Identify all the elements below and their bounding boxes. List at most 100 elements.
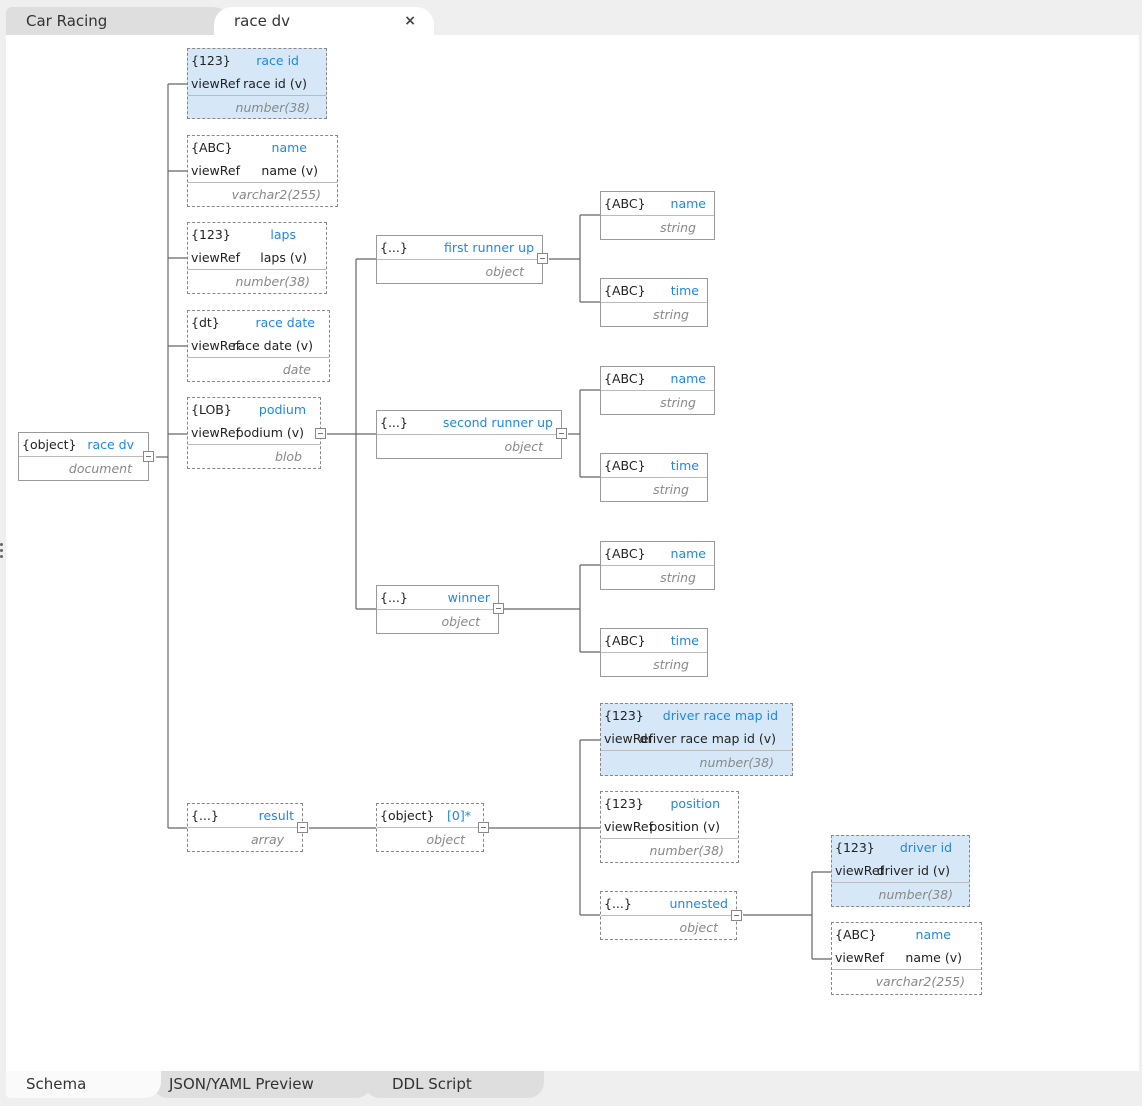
node-position[interactable]: {123} position viewRef position (v) number… <box>600 791 739 863</box>
node-kind: {LOB} <box>191 402 232 417</box>
view-ref-value: driver race map id (v) <box>639 731 776 746</box>
view-ref-value: podium (v) <box>235 425 304 440</box>
document-tabs: Car Racing race dv × <box>0 0 1142 35</box>
node-kind: {...} <box>380 240 408 255</box>
node-name: position <box>670 796 720 811</box>
node-kind: {dt} <box>191 315 220 330</box>
node-type: number(38) <box>235 100 310 115</box>
node-type: string <box>660 570 696 585</box>
collapse-icon[interactable] <box>556 428 567 439</box>
view-ref-label: viewRef <box>191 425 240 440</box>
node-name: second runner up <box>442 415 553 430</box>
node-type: object <box>679 920 718 935</box>
node-name: unnested <box>669 896 729 911</box>
node-name: [0]* <box>447 808 471 823</box>
node-kind: {ABC} <box>191 140 233 155</box>
collapse-icon[interactable] <box>537 253 548 264</box>
node-fru-name[interactable]: {ABC} name string <box>600 191 715 240</box>
collapse-icon[interactable] <box>731 910 742 921</box>
node-type: string <box>660 395 696 410</box>
view-ref-value: race id (v) <box>243 76 307 91</box>
node-race-dv[interactable]: {object} race dv document <box>18 432 149 481</box>
view-ref-value: laps (v) <box>260 250 307 265</box>
collapse-icon[interactable] <box>297 822 308 833</box>
node-name: name <box>670 371 706 386</box>
node-type: object <box>485 264 524 279</box>
node-kind: {object} <box>22 437 77 452</box>
node-race-id[interactable]: {123} race id viewRef race id (v) number(3… <box>187 48 327 119</box>
node-kind: {object} <box>380 808 435 823</box>
view-ref-value: position (v) <box>649 819 720 834</box>
node-kind: {ABC} <box>604 633 646 648</box>
tab-schema[interactable]: Schema <box>6 1071 161 1098</box>
node-kind: {ABC} <box>604 458 646 473</box>
node-kind: {123} <box>835 840 875 855</box>
schema-canvas <box>6 35 1139 1071</box>
node-kind: {123} <box>191 227 231 242</box>
node-second-runner-up[interactable]: {...} second runner up object <box>376 410 562 459</box>
view-tabs: Schema JSON/YAML Preview DDL Script <box>6 1071 1139 1098</box>
node-name: driver id <box>899 840 952 855</box>
tab-car-racing[interactable]: Car Racing <box>6 7 231 35</box>
node-first-runner-up[interactable]: {...} first runner up object <box>376 235 543 284</box>
node-kind: {...} <box>604 896 632 911</box>
view-ref-value: race date (v) <box>232 338 313 353</box>
node-name: first runner up <box>444 240 534 255</box>
tab-ddl-script[interactable]: DDL Script <box>364 1071 544 1098</box>
node-winner[interactable]: {...} winner object <box>376 585 499 634</box>
node-name: name <box>271 140 307 155</box>
node-type: object <box>426 832 465 847</box>
collapse-icon[interactable] <box>478 822 489 833</box>
collapse-icon[interactable] <box>493 603 504 614</box>
node-name: time <box>670 458 699 473</box>
view-ref-label: viewRef <box>604 819 653 834</box>
node-unnested[interactable]: {...} unnested object <box>600 891 737 940</box>
node-name[interactable]: {ABC} name viewRef name (v) varchar2(255) <box>187 135 338 207</box>
node-result[interactable]: {...} result array <box>187 803 303 852</box>
close-icon[interactable]: × <box>404 7 416 35</box>
node-type: number(38) <box>699 755 774 770</box>
node-type: object <box>504 439 543 454</box>
node-podium[interactable]: {LOB} podium viewRef podium (v) blob <box>187 397 321 469</box>
node-driver-race-map-id[interactable]: {123} driver race map id viewRef driver ra… <box>600 703 793 776</box>
node-type: document <box>68 461 132 476</box>
node-winner-time[interactable]: {ABC} time string <box>600 628 708 677</box>
node-kind: {...} <box>380 590 408 605</box>
node-kind: {123} <box>604 796 644 811</box>
node-sru-name[interactable]: {ABC} name string <box>600 366 715 415</box>
node-laps[interactable]: {123} laps viewRef laps (v) number(38) <box>187 222 327 294</box>
node-type: object <box>441 614 480 629</box>
tab-race-dv[interactable]: race dv × <box>214 7 434 35</box>
node-name: winner <box>447 590 490 605</box>
collapse-icon[interactable] <box>315 428 326 439</box>
node-kind: {...} <box>191 808 219 823</box>
node-name: race id <box>256 53 299 68</box>
node-kind: {ABC} <box>604 283 646 298</box>
node-name: name <box>915 927 951 942</box>
tab-label: race dv <box>234 12 291 30</box>
view-ref-label: viewRef <box>191 76 240 91</box>
node-fru-time[interactable]: {ABC} time string <box>600 278 708 327</box>
tab-json-yaml-preview[interactable]: JSON/YAML Preview <box>152 1071 372 1098</box>
node-driver-id[interactable]: {123} driver id viewRef driver id (v) numb… <box>831 835 970 907</box>
view-ref-value: name (v) <box>905 950 962 965</box>
resize-handle-icon[interactable] <box>0 543 4 561</box>
node-name: driver race map id <box>662 708 778 723</box>
node-type: varchar2(255) <box>231 187 321 202</box>
node-race-date[interactable]: {dt} race date viewRef race date (v) date <box>187 310 330 382</box>
node-winner-name[interactable]: {ABC} name string <box>600 541 715 590</box>
node-result-item[interactable]: {object} [0]* object <box>376 803 484 852</box>
collapse-icon[interactable] <box>143 451 154 462</box>
node-type: array <box>251 832 284 847</box>
node-kind: {ABC} <box>604 371 646 386</box>
node-name: time <box>670 633 699 648</box>
node-type: string <box>653 657 689 672</box>
node-type: number(38) <box>649 843 724 858</box>
view-ref-label: viewRef <box>191 250 240 265</box>
node-type: blob <box>275 449 302 464</box>
node-type: string <box>653 482 689 497</box>
node-kind: {ABC} <box>604 196 646 211</box>
node-kind: {123} <box>191 53 231 68</box>
node-sru-time[interactable]: {ABC} time string <box>600 453 708 502</box>
node-driver-name[interactable]: {ABC} name viewRef name (v) varchar2(255) <box>831 922 982 995</box>
